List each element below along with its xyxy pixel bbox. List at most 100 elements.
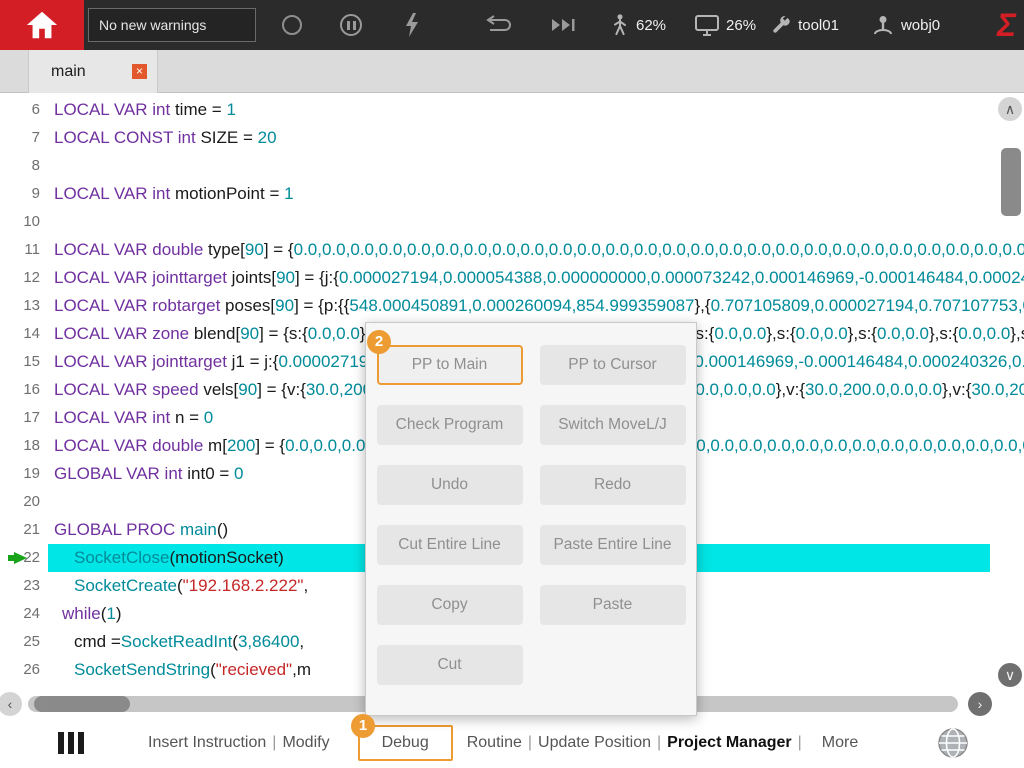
code-line-11[interactable]: 11 LOCAL VAR double type[90] = {0.0,0.0,0… xyxy=(0,236,1024,264)
line-number: 24 xyxy=(0,600,46,628)
code-line-content: SocketSendString("recieved",m xyxy=(54,656,311,684)
home-menu-button[interactable] xyxy=(0,0,84,50)
bottom-toolbar: Insert Instruction | Modify Debug Routin… xyxy=(0,718,1024,768)
toolbar-more[interactable]: More xyxy=(822,734,858,752)
home-icon xyxy=(23,8,61,42)
tab-main[interactable]: main × xyxy=(28,50,158,93)
top-status-bar: No new warnings 62% 26% too xyxy=(0,0,1024,50)
toolbar-debug[interactable]: Debug xyxy=(382,734,429,751)
scroll-up-icon[interactable]: ∧ xyxy=(998,97,1022,121)
code-line-content: LOCAL VAR int time = 1 xyxy=(54,96,236,124)
code-line-content: while(1) xyxy=(54,600,122,628)
monitor-percentage: 26% xyxy=(726,17,756,34)
toolbar-separator: | xyxy=(528,734,532,752)
toolbar-separator: | xyxy=(657,734,661,752)
code-line-content: GLOBAL PROC main() xyxy=(54,516,228,544)
debug-menu-grid: PP to Main PP to Cursor Check Program Sw… xyxy=(366,323,696,685)
menu-item-pp-to-main[interactable]: PP to Main xyxy=(377,345,523,385)
line-number: 26 xyxy=(0,656,46,684)
code-line-9[interactable]: 9 LOCAL VAR int motionPoint = 1 xyxy=(0,180,1024,208)
line-number: 12 xyxy=(0,264,46,292)
toolbar-modify[interactable]: Modify xyxy=(282,734,329,752)
annotation-badge-1: 1 xyxy=(351,714,375,738)
line-number: 16 xyxy=(0,376,46,404)
menu-item-paste[interactable]: Paste xyxy=(540,585,686,625)
active-tool-value: tool01 xyxy=(798,17,839,34)
toolbar-project-manager[interactable]: Project Manager xyxy=(667,734,791,752)
code-line-content: LOCAL CONST int SIZE = 20 xyxy=(54,124,277,152)
tab-close-icon[interactable]: × xyxy=(132,64,147,79)
line-number: 10 xyxy=(0,208,46,236)
code-line-6[interactable]: 6 LOCAL VAR int time = 1 xyxy=(0,96,1024,124)
menu-item-switch-movelj[interactable]: Switch MoveL/J xyxy=(540,405,686,445)
line-number: 8 xyxy=(0,152,46,180)
line-number: 9 xyxy=(0,180,46,208)
line-number: 11 xyxy=(0,236,46,264)
line-number: 21 xyxy=(0,516,46,544)
toolbar-update-position[interactable]: Update Position xyxy=(538,734,651,752)
toolbar-separator: | xyxy=(272,734,276,752)
menu-item-redo[interactable]: Redo xyxy=(540,465,686,505)
scroll-down-icon[interactable]: ∨ xyxy=(998,663,1022,687)
line-number: 19 xyxy=(0,460,46,488)
scroll-right-icon[interactable]: › xyxy=(968,692,992,716)
toolbar-insert-instruction[interactable]: Insert Instruction xyxy=(148,734,266,752)
vertical-scrollbar-thumb[interactable] xyxy=(1001,148,1021,216)
menu-item-paste-entire-line[interactable]: Paste Entire Line xyxy=(540,525,686,565)
execution-pointer-icon xyxy=(14,552,27,564)
line-number: 25 xyxy=(0,628,46,656)
line-number: 20 xyxy=(0,488,46,516)
annotation-badge-2: 2 xyxy=(367,330,391,354)
menu-item-copy[interactable]: Copy xyxy=(377,585,523,625)
speed-percentage: 62% xyxy=(636,17,666,34)
line-number: 14 xyxy=(0,320,46,348)
status-message-box[interactable]: No new warnings xyxy=(88,8,256,42)
toolbar-routine[interactable]: Routine xyxy=(467,734,522,752)
speed-person-icon[interactable] xyxy=(610,12,630,39)
tab-strip: main × xyxy=(0,50,1024,93)
program-data-icon[interactable] xyxy=(58,730,88,756)
code-line-content: LOCAL VAR int motionPoint = 1 xyxy=(54,180,294,208)
menu-item-undo[interactable]: Undo xyxy=(377,465,523,505)
toolbar-separator: | xyxy=(798,734,802,752)
code-line-12[interactable]: 12 LOCAL VAR jointtarget joints[90] = {j:… xyxy=(0,264,1024,292)
code-line-content: LOCAL VAR double type[90] = {0.0,0.0,0.0… xyxy=(54,236,1024,264)
workobject-joystick-icon[interactable] xyxy=(871,13,895,37)
status-message: No new warnings xyxy=(99,17,206,33)
code-line-content: cmd =SocketReadInt(3,86400, xyxy=(54,628,304,656)
horizontal-scrollbar-thumb[interactable] xyxy=(34,696,130,712)
pause-icon[interactable] xyxy=(340,14,362,36)
monitor-icon[interactable] xyxy=(694,14,720,37)
brand-logo: Σ xyxy=(997,0,1016,50)
fast-forward-icon[interactable] xyxy=(548,16,578,34)
code-line-8[interactable]: 8 xyxy=(0,152,1024,180)
motor-power-icon[interactable] xyxy=(404,12,420,38)
line-number: 6 xyxy=(0,96,46,124)
debug-context-menu: PP to Main PP to Cursor Check Program Sw… xyxy=(365,322,697,716)
menu-item-cut[interactable]: Cut xyxy=(377,645,523,685)
code-line-10[interactable]: 10 xyxy=(0,208,1024,236)
code-line-content: LOCAL VAR robtarget poses[90] = {p:{{548… xyxy=(54,292,1024,320)
scroll-left-icon[interactable]: ‹ xyxy=(0,692,22,716)
code-line-content: GLOBAL VAR int int0 = 0 xyxy=(54,460,244,488)
code-line-13[interactable]: 13 LOCAL VAR robtarget poses[90] = {p:{{5… xyxy=(0,292,1024,320)
menu-item-check-program[interactable]: Check Program xyxy=(377,405,523,445)
line-number: 15 xyxy=(0,348,46,376)
language-globe-icon[interactable] xyxy=(936,726,970,760)
line-number: 13 xyxy=(0,292,46,320)
line-number: 17 xyxy=(0,404,46,432)
code-line-content: LOCAL VAR jointtarget joints[90] = {j:{0… xyxy=(54,264,1024,292)
active-wobj-value: wobj0 xyxy=(901,17,940,34)
line-number: 18 xyxy=(0,432,46,460)
menu-item-cut-entire-line[interactable]: Cut Entire Line xyxy=(377,525,523,565)
menu-item-pp-to-cursor[interactable]: PP to Cursor xyxy=(540,345,686,385)
code-line-7[interactable]: 7 LOCAL CONST int SIZE = 20 xyxy=(0,124,1024,152)
record-icon[interactable] xyxy=(282,15,302,35)
code-line-content: SocketClose(motionSocket) xyxy=(54,544,284,572)
line-number: 7 xyxy=(0,124,46,152)
code-line-content: LOCAL VAR int n = 0 xyxy=(54,404,213,432)
line-number: 23 xyxy=(0,572,46,600)
tab-main-label: main xyxy=(51,63,86,81)
continuous-run-icon[interactable] xyxy=(482,15,512,35)
tool-wrench-icon[interactable] xyxy=(770,14,792,36)
